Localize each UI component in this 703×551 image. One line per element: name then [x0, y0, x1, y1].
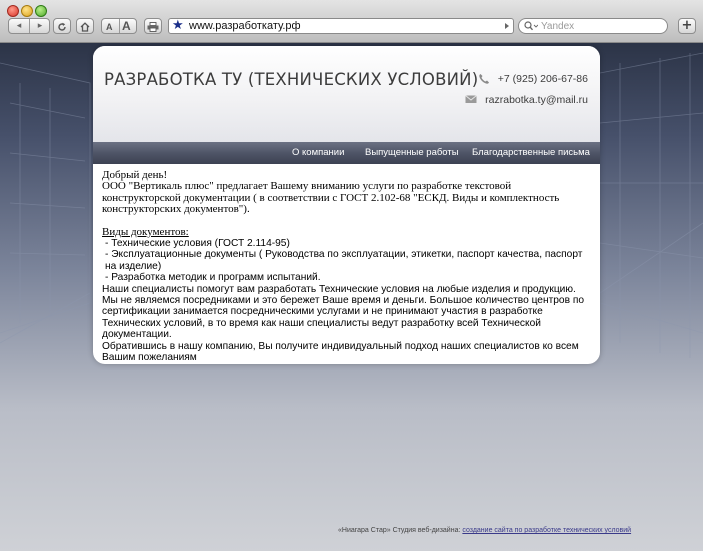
search-field[interactable]: Yandex [518, 18, 668, 34]
reload-button[interactable] [53, 18, 71, 34]
nav-letters[interactable]: Благодарственные письма [472, 142, 590, 164]
zoom-window-button[interactable] [35, 5, 47, 17]
main-nav: О компании Выпущенные работы Благодарств… [93, 142, 600, 164]
paragraph: Обратившись в нашу компанию, Вы получите… [102, 340, 579, 364]
forward-button[interactable]: ▸ [30, 19, 50, 33]
text-size-buttons: A A [101, 18, 137, 34]
print-button[interactable] [144, 18, 162, 34]
address-bar[interactable]: ★ www.разработкату.рф [168, 18, 514, 34]
search-placeholder: Yandex [541, 21, 575, 32]
paragraph: Наши специалисты помогут вам разработать… [102, 283, 576, 295]
browser-toolbar: ◂ ▸ A A ★ www.разработкату.рф Yandex + [0, 0, 703, 43]
doc-types-heading: Виды документов: [102, 225, 189, 238]
intro-text: ООО "Вертикаль плюс" предлагает Вашему в… [102, 180, 560, 216]
favicon-star-icon: ★ [172, 18, 184, 33]
site-title: РАЗРАБОТКА ТУ (ТЕХНИЧЕСКИХ УСЛОВИЙ) [104, 70, 479, 89]
back-button[interactable]: ◂ [9, 19, 29, 33]
back-forward-buttons: ◂ ▸ [8, 18, 50, 34]
footer-text: «Ниагара Стар» Студия веб-дизайна: [338, 527, 463, 534]
home-button[interactable] [76, 18, 94, 34]
nav-works[interactable]: Выпущенные работы [365, 142, 459, 164]
page-viewport: РАЗРАБОТКА ТУ (ТЕХНИЧЕСКИХ УСЛОВИЙ) +7 (… [0, 43, 703, 551]
doc-type-item: - Эксплуатационные документы ( Руководст… [105, 249, 583, 272]
site-header: РАЗРАБОТКА ТУ (ТЕХНИЧЕСКИХ УСЛОВИЙ) +7 (… [93, 46, 600, 142]
minimize-window-button[interactable] [21, 5, 33, 17]
doc-type-item: - Технические условия (ГОСТ 2.114-95) [105, 238, 290, 250]
printer-icon [147, 22, 159, 32]
nav-about[interactable]: О компании [292, 142, 344, 164]
url-dropdown-icon[interactable] [503, 22, 511, 30]
add-bookmark-button[interactable]: + [678, 18, 696, 34]
phone-number: +7 (925) 206-67-86 [497, 73, 588, 85]
doc-type-item: - Разработка методик и программ испытани… [105, 272, 321, 284]
close-window-button[interactable] [7, 5, 19, 17]
email-address[interactable]: razrabotka.ty@mail.ru [485, 94, 588, 106]
footer-link[interactable]: создание сайта по разработке технических… [462, 527, 631, 534]
text-bigger-button[interactable]: A [122, 18, 131, 34]
paragraph: Мы не являемся посредниками и это береже… [102, 295, 585, 341]
content-card: РАЗРАБОТКА ТУ (ТЕХНИЧЕСКИХ УСЛОВИЙ) +7 (… [93, 46, 600, 364]
url-text[interactable]: www.разработкату.рф [189, 19, 301, 34]
page-footer: «Ниагара Стар» Студия веб-дизайна: созда… [338, 527, 631, 534]
contact-phone: +7 (925) 206-67-86 [479, 73, 588, 85]
search-icon [524, 21, 538, 31]
text-smaller-button[interactable]: A [106, 19, 113, 35]
contact-email: razrabotka.ty@mail.ru [465, 94, 588, 106]
main-content: Добрый день! ООО "Вертикаль плюс" предла… [102, 169, 592, 364]
envelope-icon [465, 95, 477, 103]
phone-icon [479, 74, 489, 84]
home-icon [80, 22, 90, 32]
reload-icon [58, 22, 66, 31]
